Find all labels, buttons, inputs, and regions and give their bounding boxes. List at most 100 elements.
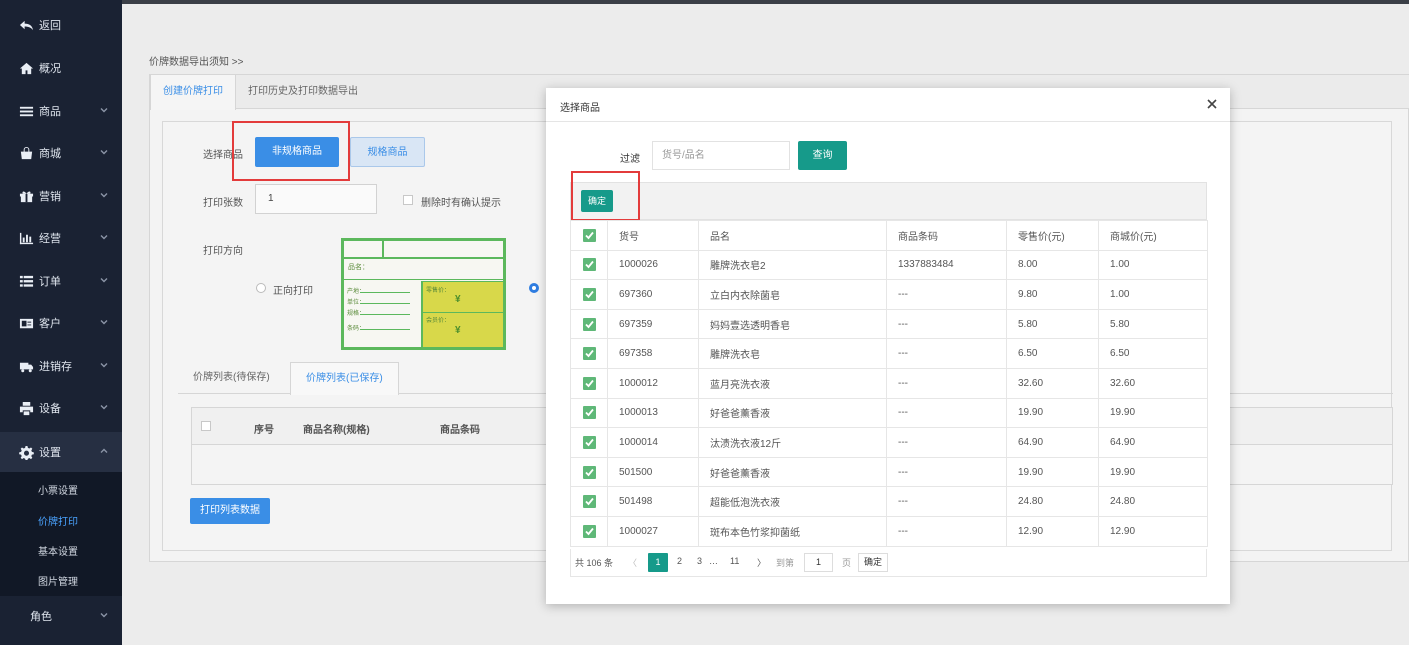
checkbox-checked-icon[interactable] [582,524,596,538]
row-checkbox-cell[interactable] [570,427,608,458]
forward-print-radio[interactable] [256,283,266,293]
tab-create-price-tag[interactable]: 创建价牌打印 [150,75,236,110]
export-notice-link[interactable]: 价牌数据导出须知 >> [149,53,243,68]
sidebar-item-inventory[interactable]: 进销存 [0,346,122,386]
checkbox-checked-icon[interactable] [582,347,596,361]
row-checkbox-cell[interactable] [570,308,608,340]
sidebar-item-label: 商城 [39,148,61,160]
table-row[interactable]: 1000026 雕牌洗衣皂2 1337883484 8.00 1.00 [570,249,1208,281]
print-list-button[interactable]: 打印列表数据 [190,498,270,524]
sidebar-item-label: 角色 [30,611,52,623]
sidebar-item-label: 进销存 [39,361,72,373]
reverse-print-radio[interactable] [529,283,539,293]
goto-label: 到第 [776,558,795,568]
tag-member-label: 会员价： [426,318,451,324]
confirm-delete-checkbox[interactable] [403,195,413,205]
table-row[interactable]: 501500 好爸爸薰香液 --- 19.90 19.90 [570,456,1208,488]
sidebar-item-goods[interactable]: 商品 [0,91,122,131]
table-row[interactable]: 697359 妈妈壹选透明香皂 --- 5.80 5.80 [570,308,1208,340]
chevron-down-icon [100,610,108,618]
row-checkbox-cell[interactable] [570,338,608,369]
home-icon [18,60,34,76]
page-unit-label: 页 [842,558,852,568]
close-icon[interactable] [1206,98,1218,110]
checkbox-checked-icon[interactable] [582,465,596,479]
sidebar-item-overview[interactable]: 概况 [0,48,122,88]
table-row[interactable]: 697358 雕牌洗衣皂 --- 6.50 6.50 [570,338,1208,369]
cell-item-no: 501498 [607,486,699,517]
row-checkbox-cell[interactable] [570,249,608,281]
sidebar-item-settings[interactable]: 设置 [0,432,122,472]
checkbox-checked-icon[interactable] [582,435,596,449]
page-2[interactable]: 2 [677,556,682,566]
row-checkbox-cell[interactable] [570,397,608,429]
row-checkbox-cell[interactable] [570,515,608,547]
cell-mall-price: 19.90 [1098,397,1208,429]
checkbox-checked-icon[interactable] [582,258,596,272]
submenu-receipt-settings[interactable]: 小票设置 [38,482,78,497]
chevron-down-icon [100,105,108,113]
table-row[interactable]: 1000013 好爸爸薰香液 --- 19.90 19.90 [570,397,1208,429]
cell-item-no: 697359 [607,308,699,340]
sidebar-item-devices[interactable]: 设备 [0,388,122,428]
row-checkbox-cell[interactable] [570,367,608,399]
row-checkbox-cell[interactable] [570,456,608,488]
tab-list-saved[interactable]: 价牌列表(已保存) [290,362,399,395]
cell-mall-price: 5.80 [1098,308,1208,340]
table-row[interactable]: 697360 立白内衣除菌皂 --- 9.80 1.00 [570,279,1208,310]
query-button[interactable]: 查询 [798,141,847,170]
sidebar-item-mall[interactable]: 商城 [0,133,122,173]
table-header-row: 货号 品名 商品条码 零售价(元) 商城价(元) [570,220,1208,251]
tag-retail-yuan: ¥ [455,294,461,305]
submenu-image-management[interactable]: 图片管理 [38,573,78,588]
table-row[interactable]: 1000014 汰渍洗衣液12斤 --- 64.90 64.90 [570,427,1208,458]
checkbox-checked-icon[interactable] [582,495,596,509]
sidebar-item-back[interactable]: 返回 [0,5,122,45]
checkbox-checked-icon[interactable] [582,228,596,242]
cell-item-no: 697360 [607,279,699,310]
tab-list-unsaved[interactable]: 价牌列表(待保存) [178,362,285,394]
table-row[interactable]: 501498 超能低泡洗衣液 --- 24.80 24.80 [570,486,1208,517]
checkbox-checked-icon[interactable] [582,376,596,390]
sidebar-item-orders[interactable]: 订单 [0,261,122,301]
sidebar-item-customers[interactable]: 客户 [0,303,122,343]
submenu-price-tag-print[interactable]: 价牌打印 [38,513,78,528]
modal-header: 选择商品 [546,88,1230,122]
sidebar-item-business[interactable]: 经营 [0,218,122,258]
cell-mall-price: 6.50 [1098,338,1208,369]
printer-icon [18,400,34,416]
cell-product-name: 超能低泡洗衣液 [698,486,887,517]
spec-goods-button[interactable]: 规格商品 [350,137,425,167]
page-1[interactable]: 1 [648,553,668,572]
checkbox-checked-icon[interactable] [582,317,596,331]
filter-input[interactable]: 货号/品名 [652,141,790,170]
table-row[interactable]: 1000027 斑布本色竹浆抑菌纸 --- 12.90 12.90 [570,515,1208,547]
table-row[interactable]: 1000012 蓝月亮洗衣液 --- 32.60 32.60 [570,367,1208,399]
goods-table: 货号 品名 商品条码 零售价(元) 商城价(元) 1000026 雕牌洗衣皂2 13… [570,220,1208,547]
row-checkbox-cell[interactable] [570,486,608,517]
select-all-cell[interactable] [570,220,608,251]
chevron-down-icon [100,317,108,325]
sidebar-item-role[interactable]: 角色 [0,596,122,636]
bar-chart-icon [18,230,34,246]
chevron-down-icon [100,190,108,198]
menu-icon [18,103,34,119]
page-11[interactable]: 11 [730,556,739,566]
prev-page-icon[interactable]: 〈 [628,556,637,569]
select-all-checkbox[interactable] [201,421,211,431]
cell-item-no: 1000013 [607,397,699,429]
goto-page-button[interactable]: 确定 [858,553,889,572]
print-count-input[interactable]: 1 [255,184,377,214]
row-checkbox-cell[interactable] [570,279,608,310]
sidebar-item-marketing[interactable]: 营销 [0,176,122,216]
cell-retail-price: 64.90 [1006,427,1099,458]
goto-page-input[interactable]: 1 [804,553,833,572]
checkbox-checked-icon[interactable] [582,287,596,301]
cell-retail-price: 9.80 [1006,279,1099,310]
page-3[interactable]: 3 [697,556,702,566]
submenu-basic-settings[interactable]: 基本设置 [38,543,78,558]
cell-barcode: --- [886,456,1007,488]
next-page-icon[interactable]: 〉 [757,556,766,569]
checkbox-checked-icon[interactable] [582,406,596,420]
tab-print-history[interactable]: 打印历史及打印数据导出 [236,75,370,109]
